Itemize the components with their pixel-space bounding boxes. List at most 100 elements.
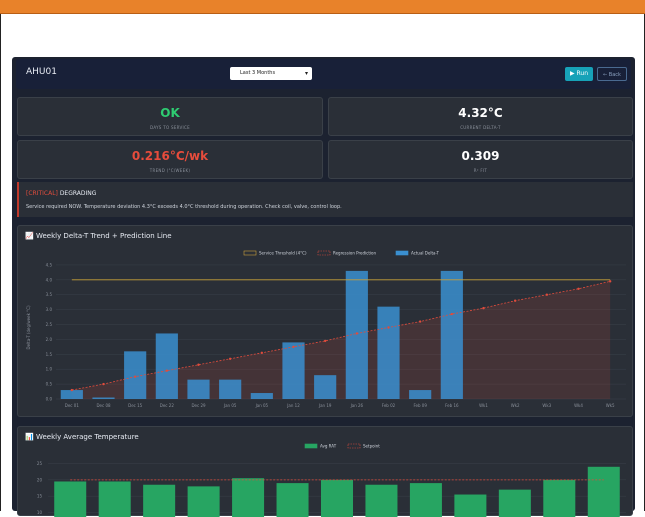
- critical-alert: [CRITICAL] DEGRADING Service required NO…: [17, 182, 633, 217]
- browser-top-bar: [0, 0, 645, 14]
- card-value: 0.309: [461, 149, 500, 163]
- avg-temp-chart: 10152025Avg RAT Setpoint: [37, 444, 626, 517]
- x-tick-label: Dec 29: [191, 403, 206, 408]
- x-tick-label: Dec 08: [96, 403, 111, 408]
- x-tick-label: Dec 22: [160, 403, 175, 408]
- x-tick-label: Jan 05: [223, 403, 237, 408]
- delta-t-chart: 0.0 0.5 1.0 1.5 2.0 2.5 3.0 3.5 4.0 4.5 Delta-T (d…: [26, 250, 626, 408]
- prediction-area: [71, 281, 611, 399]
- x-tick-label: Feb 16: [445, 403, 459, 408]
- back-button[interactable]: ← Back: [597, 67, 627, 81]
- prediction-point: [165, 369, 169, 372]
- prediction-point: [482, 306, 485, 310]
- prediction-point: [70, 388, 74, 392]
- avg-rat-bar: [365, 484, 398, 517]
- avg-rat-bar: [498, 489, 531, 517]
- avg-rat-bar: [54, 481, 87, 517]
- y-tick-label: 4.5: [46, 262, 53, 267]
- card-days-to-service: OK DAYS TO SERVICE: [17, 97, 323, 136]
- range-select[interactable]: Last 3 Months ▾: [230, 67, 312, 80]
- delta-t-bar: [187, 379, 210, 399]
- y-axis-label: Delta-T (deg/week °C): [26, 305, 31, 349]
- x-tick-label: Jan 12: [286, 403, 300, 408]
- legend-swatch: [317, 250, 331, 256]
- prediction-point: [545, 293, 549, 296]
- y-tick-label: 2.5: [46, 322, 53, 327]
- avg-rat-bar: [320, 479, 354, 517]
- card-r2-fit: 0.309 R² FIT: [328, 140, 633, 179]
- legend-label: Setpoint: [363, 444, 380, 449]
- chevron-down-icon: ▾: [304, 70, 308, 77]
- card-label: TREND (°C/WEEK): [149, 168, 191, 173]
- x-tick-label: Wk2: [511, 403, 520, 408]
- y-tick-label: 4.0: [46, 277, 53, 282]
- x-tick-label: Wk1: [479, 403, 488, 408]
- run-button[interactable]: ▶ Run: [565, 67, 593, 81]
- prediction-point: [102, 382, 105, 386]
- prediction-point: [387, 326, 390, 329]
- x-tick-label: Dec 01: [65, 403, 80, 408]
- x-tick-label: Wk3: [542, 403, 551, 408]
- delta-t-bar: [155, 333, 178, 399]
- prediction-point: [608, 280, 612, 283]
- delta-t-bar: [409, 390, 432, 399]
- prediction-point: [577, 287, 580, 290]
- x-tick-label: Dec 15: [128, 403, 143, 408]
- unit-title: AHU01: [26, 67, 57, 77]
- delta-t-bar: [377, 306, 400, 399]
- avg-rat-bar: [98, 481, 131, 517]
- x-tick-label: Feb 09: [413, 403, 427, 408]
- prediction-point: [355, 332, 359, 335]
- dashboard: AHU01 Last 3 Months ▾ ▶ Run ← Back OK DA…: [12, 57, 635, 517]
- avg-temp-chart-panel: 📊 Weekly Average Temperature 10 15 20 25 Avg…: [17, 426, 633, 517]
- card-value: 0.216°C/wk: [131, 149, 209, 163]
- y-tick-label: 25: [37, 461, 43, 466]
- delta-t-bar: [314, 375, 337, 399]
- alert-tag: [CRITICAL]: [26, 190, 58, 197]
- card-value: 4.32°C: [458, 106, 503, 120]
- y-tick-label: 0.0: [46, 397, 53, 402]
- avg-rat-bar: [276, 483, 309, 517]
- prediction-point: [513, 299, 517, 302]
- y-tick-label: 3.0: [46, 307, 53, 312]
- prediction-point: [260, 351, 264, 355]
- legend-swatch: [243, 250, 257, 256]
- card-label: CURRENT DELTA-T: [460, 125, 501, 130]
- y-tick-label: 3.5: [46, 292, 53, 297]
- delta-t-bar: [440, 270, 463, 399]
- avg-rat-bar: [543, 479, 576, 517]
- y-tick-label: 15: [37, 494, 43, 499]
- x-tick-label: Jan 19: [318, 403, 332, 408]
- prediction-point: [133, 375, 137, 378]
- x-tick-label: Wk4: [574, 403, 583, 408]
- card-value: OK: [160, 106, 180, 120]
- y-tick-label: 0.5: [46, 382, 53, 387]
- header-bar: AHU01 Last 3 Months ▾ ▶ Run ← Back: [16, 59, 631, 89]
- avg-rat-bar: [587, 466, 620, 517]
- x-tick-label: Jan 26: [350, 403, 364, 408]
- x-tick-label: Jan 05: [255, 403, 269, 408]
- prediction-point: [292, 345, 295, 349]
- range-select-value: Last 3 Months: [240, 70, 276, 76]
- card-label: DAYS TO SERVICE: [150, 125, 190, 130]
- delta-t-chart-panel: 📈 Weekly Delta-T Trend + Prediction Line…: [17, 225, 633, 417]
- alert-message: Service required NOW. Temperature deviat…: [26, 204, 342, 210]
- delta-t-bar: [250, 393, 273, 399]
- delta-t-bar: [92, 397, 115, 399]
- delta-t-bar: [124, 351, 147, 399]
- y-tick-label: 1.5: [46, 352, 53, 357]
- delta-t-bar: [219, 379, 242, 399]
- card-trend: 0.216°C/wk TREND (°C/WEEK): [17, 140, 323, 179]
- delta-t-bar: [282, 342, 305, 399]
- prediction-point: [450, 312, 454, 316]
- y-tick-label: 2.0: [46, 337, 53, 342]
- legend-label: Service Threshold (4°C): [259, 251, 307, 256]
- prediction-point: [323, 339, 327, 343]
- card-label: R² FIT: [473, 168, 488, 173]
- prediction-point: [197, 363, 200, 366]
- delta-t-bar: [345, 270, 368, 399]
- card-current-delta-t: 4.32°C CURRENT DELTA-T: [328, 97, 633, 136]
- prediction-point: [418, 320, 422, 323]
- avg-rat-bar: [454, 494, 487, 517]
- avg-rat-bar: [143, 484, 176, 517]
